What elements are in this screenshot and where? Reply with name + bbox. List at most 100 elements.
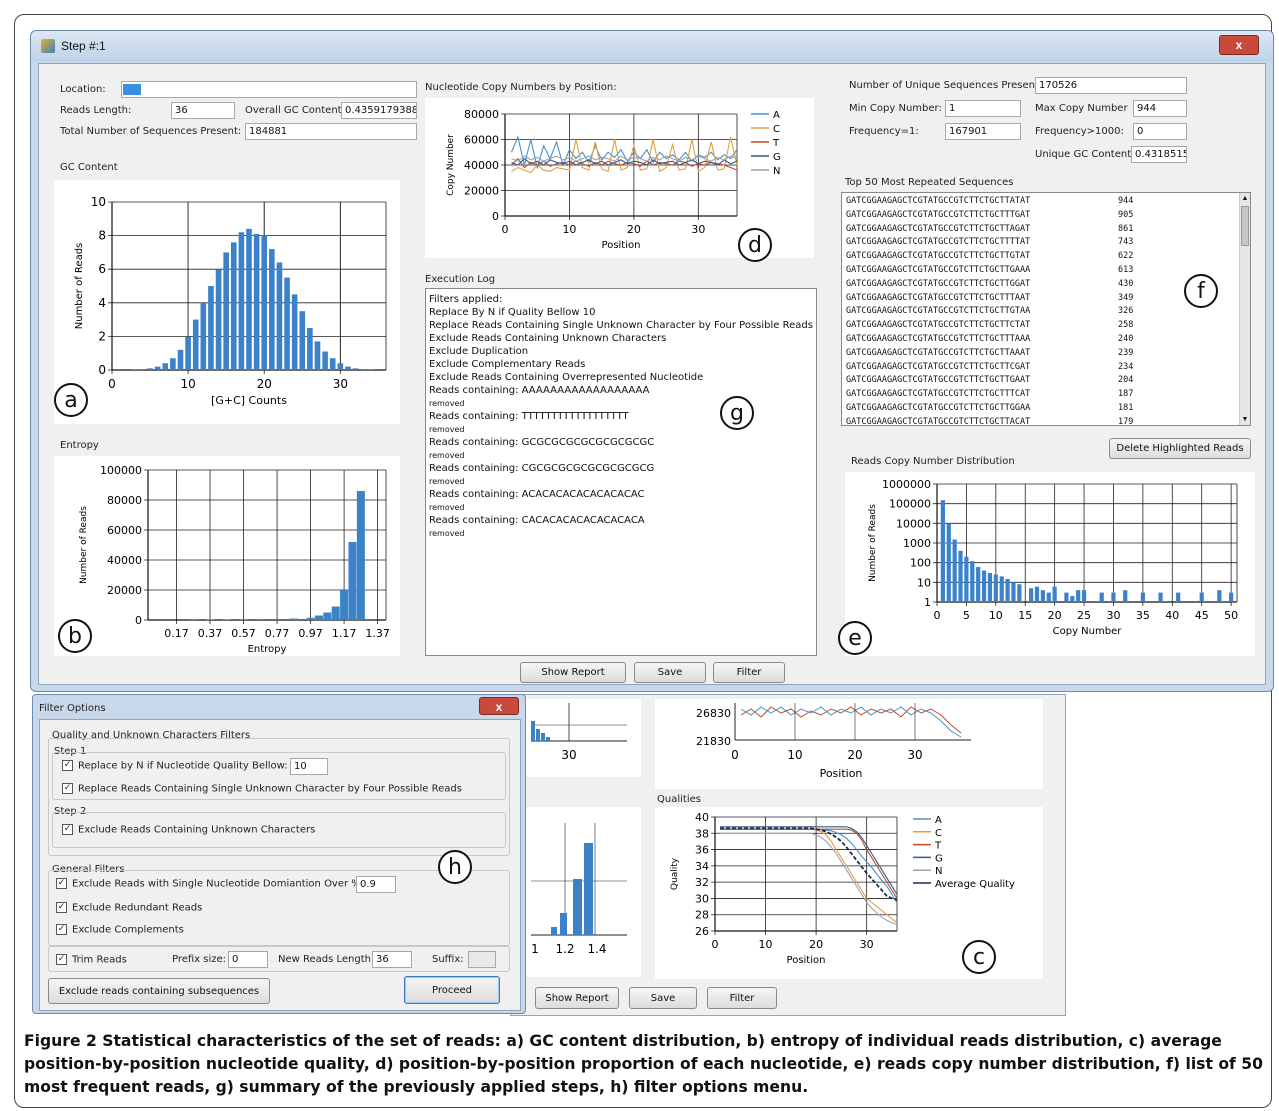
complements-checkbox[interactable]: ✓ [56,924,67,935]
overall-gc-input[interactable]: 0.4359179388 [341,102,417,119]
scroll-down-arrow-icon[interactable]: ▼ [1240,414,1250,425]
log-line: Exclude Complementary Reads [429,359,586,370]
entropy-ytick: 100000 [100,464,142,477]
nucleotide-copy-title: Nucleotide Copy Numbers by Position: [425,82,617,93]
max-copy-input[interactable]: 944 [1133,100,1187,117]
entropy-ylabel: Number of Reads [79,506,89,584]
sequence-row[interactable]: GATCGGAAGAGCTCGTATGCCGTCTTCTGCTTCGAT 234 [846,361,1246,375]
qualities-series-line [720,832,898,926]
location-input[interactable] [121,81,417,98]
bg-gc-bar [546,737,550,741]
entropy-xtick: 1.17 [332,627,357,640]
replace-n-option[interactable]: ✓ Replace by N if Nucleotide Quality Bell… [62,760,288,772]
bg-ncn-ytick: 26830 [696,707,731,720]
gc-bar [147,368,153,370]
qualities-xtick: 30 [860,938,874,951]
label-a: a [54,383,88,417]
sequence-row[interactable]: GATCGGAAGAGCTCGTATGCCGTCTTCTGCTTGAAT 204 [846,374,1246,388]
prefix-input[interactable]: 0 [228,951,268,968]
sequence-text: GATCGGAAGAGCTCGTATGCCGTCTTCTGCTTTGAT [846,209,1031,220]
proceed-button[interactable]: Proceed [404,976,500,1004]
sequence-text: GATCGGAAGAGCTCGTATGCCGTCTTCTGCTTAGAT [846,223,1031,234]
sequence-count: 905 [1118,209,1134,220]
exclude-unknown-checkbox[interactable]: ✓ [62,824,73,835]
exclude-subsequences-button[interactable]: Exclude reads containing subsequences [48,978,270,1004]
sequence-row[interactable]: GATCGGAAGAGCTCGTATGCCGTCTTCTGCTTCTAT 258 [846,319,1246,333]
exclude-unknown-option[interactable]: ✓ Exclude Reads Containing Unknown Charac… [62,824,315,836]
qualities-ytick: 30 [695,892,709,905]
complements-option[interactable]: ✓ Exclude Complements [56,924,184,936]
single-nuc-label: Exclude Reads with Single Nucleotide Dom… [72,878,365,890]
unique-sequences-input[interactable]: 170526 [1035,77,1187,94]
sequence-row[interactable]: GATCGGAAGAGCTCGTATGCCGTCTTCTGCTTATAT 944 [846,195,1246,209]
scroll-up-arrow-icon[interactable]: ▲ [1240,193,1250,204]
redundant-option[interactable]: ✓ Exclude Redundant Reads [56,902,202,914]
entropy-bar [273,618,282,620]
sequence-row[interactable]: GATCGGAAGAGCTCGTATGCCGTCTTCTGCTTGTAA 326 [846,305,1246,319]
save-button[interactable]: Save [634,662,706,683]
scroll-thumb[interactable] [1241,206,1249,246]
copy-number-title: Reads Copy Number Distribution [851,456,1015,467]
sequence-row[interactable]: GATCGGAAGAGCTCGTATGCCGTCTTCTGCTTTGAT 905 [846,209,1246,223]
sequence-row[interactable]: GATCGGAAGAGCTCGTATGCCGTCTTCTGCTTTTAT 743 [846,236,1246,250]
single-nuc-checkbox[interactable]: ✓ [56,878,67,889]
gc-bar [314,341,321,370]
filter-button[interactable]: Filter [713,662,785,683]
qualities-xtick: 20 [809,938,823,951]
main-close-button[interactable]: x [1219,35,1259,55]
sequence-count: 944 [1118,196,1134,206]
top-sequences-list[interactable]: GATCGGAAGAGCTCGTATGCCGTCTTCTGCTTATAT 944 G… [841,192,1251,427]
unique-gc-input[interactable]: 0.4318515 [1131,146,1187,163]
sequence-row[interactable]: GATCGGAAGAGCTCGTATGCCGTCTTCTGCTTTCAT 187 [846,388,1246,402]
show-report-button[interactable]: Show Report [520,662,626,683]
sequence-text: GATCGGAAGAGCTCGTATGCCGTCTTCTGCTTCTAT [846,320,1031,331]
log-line: removed [429,399,465,408]
sequence-row[interactable]: GATCGGAAGAGCTCGTATGCCGTCTTCTGCTTAAAT 239 [846,347,1246,361]
replace-single-checkbox[interactable]: ✓ [62,783,73,794]
rcn-bar [940,500,945,602]
sequence-row[interactable]: GATCGGAAGAGCTCGTATGCCGTCTTCTGCTTGTAT 622 [846,250,1246,264]
total-sequences-input[interactable]: 184881 [245,123,417,140]
sequence-row[interactable]: GATCGGAAGAGCTCGTATGCCGTCTTCTGCTTAGAT 861 [846,223,1246,237]
gc-bar [360,369,366,370]
rcn-bar [1123,590,1128,602]
replace-n-checkbox[interactable]: ✓ [62,760,73,771]
filter-close-button[interactable]: x [479,697,519,715]
reads-length-input[interactable]: 36 [171,102,235,119]
rcn-xtick: 20 [1048,609,1062,622]
ncn-legend-label: G [773,152,781,163]
log-line: Reads containing: AAAAAAAAAAAAAAAAAA [429,385,650,396]
redundant-checkbox[interactable]: ✓ [56,902,67,913]
sequence-row[interactable]: GATCGGAAGAGCTCGTATGCCGTCTTCTGCTTTAAA 240 [846,333,1246,347]
bg-ncn-ytick: 21830 [696,735,731,748]
suffix-input[interactable] [468,951,496,968]
frequency-1000-input[interactable]: 0 [1133,123,1187,140]
max-copy-label: Max Copy Number [1035,103,1128,114]
execution-log[interactable]: Filters applied: Replace By N if Quality … [425,288,817,656]
ncn-ylabel: Copy Number [446,134,456,196]
sequence-row[interactable]: GATCGGAAGAGCTCGTATGCCGTCTTCTGCTTACAT 179 [846,416,1246,430]
frequency-one-input[interactable]: 167901 [945,123,1021,140]
quality-threshold-input[interactable]: 10 [290,758,328,775]
gc-bar [223,252,229,370]
entropy-xtick: 0.77 [265,627,290,640]
gc-bar [177,349,184,370]
trim-checkbox[interactable]: ✓ [56,954,67,965]
min-copy-input[interactable]: 1 [945,100,1021,117]
sequence-row[interactable]: GATCGGAAGAGCTCGTATGCCGTCTTCTGCTTGGAA 181 [846,402,1246,416]
trim-label: Trim Reads [72,954,127,966]
list-scrollbar[interactable]: ▲ ▼ [1239,193,1250,425]
replace-single-option[interactable]: ✓ Replace Reads Containing Single Unknown… [62,783,462,795]
replace-single-label: Replace Reads Containing Single Unknown … [78,783,462,795]
sequence-text: GATCGGAAGAGCTCGTATGCCGTCTTCTGCTTGGAA [846,402,1031,413]
sequence-row[interactable]: GATCGGAAGAGCTCGTATGCCGTCTTCTGCTTGAAA 613 [846,264,1246,278]
new-length-input[interactable]: 36 [372,951,412,968]
trim-option[interactable]: ✓ Trim Reads [56,954,127,966]
prefix-label: Prefix size: [172,954,227,965]
gc-bar [192,319,199,370]
delete-highlighted-button[interactable]: Delete Highlighted Reads [1109,438,1251,459]
qualities-legend-label: A [935,815,942,826]
qualities-ytick: 34 [695,860,709,873]
single-nuc-option[interactable]: ✓ Exclude Reads with Single Nucleotide Do… [56,878,364,890]
single-nuc-input[interactable]: 0.9 [356,876,396,893]
